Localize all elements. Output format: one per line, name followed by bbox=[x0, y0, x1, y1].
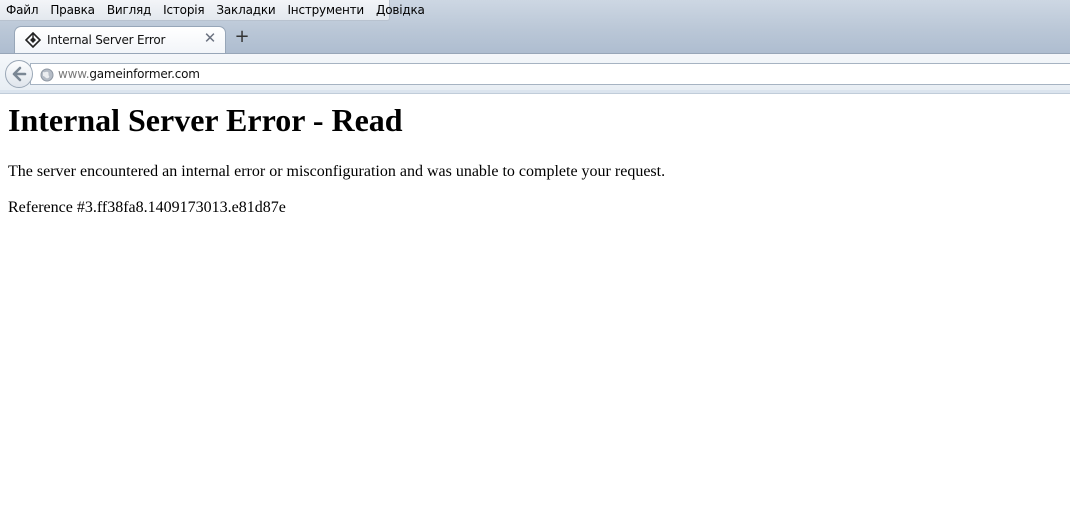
menu-item-file[interactable]: Файл bbox=[0, 3, 44, 17]
menu-item-tools[interactable]: Інструменти bbox=[281, 3, 370, 17]
tab-title: Internal Server Error bbox=[47, 33, 166, 47]
menu-item-view[interactable]: Вигляд bbox=[101, 3, 157, 17]
browser-chrome: Файл Правка Вигляд Історія Закладки Інст… bbox=[0, 0, 1070, 53]
site-favicon-icon bbox=[24, 31, 42, 49]
menu-item-edit[interactable]: Правка bbox=[44, 3, 100, 17]
url-prefix: www. bbox=[58, 67, 90, 81]
menu-item-help[interactable]: Довідка bbox=[370, 3, 431, 17]
navigation-bar: www.gameinformer.com bbox=[0, 53, 1070, 90]
page-content: Internal Server Error - Read The server … bbox=[0, 94, 1070, 516]
reference-text: Reference #3.ff38fa8.1409173013.e81d87e bbox=[8, 199, 286, 216]
error-message: The server encountered an internal error… bbox=[8, 163, 666, 180]
menu-item-bookmarks[interactable]: Закладки bbox=[210, 3, 281, 17]
url-bar[interactable]: www.gameinformer.com bbox=[30, 63, 1070, 85]
menu-item-history[interactable]: Історія bbox=[157, 3, 210, 17]
menu-bar: Файл Правка Вигляд Історія Закладки Інст… bbox=[0, 0, 425, 21]
url-text: www.gameinformer.com bbox=[58, 67, 200, 81]
new-tab-button[interactable]: + bbox=[234, 28, 250, 46]
url-host: gameinformer.com bbox=[89, 67, 200, 81]
tab-strip: Internal Server Error ✕ + bbox=[0, 20, 1070, 53]
back-button[interactable] bbox=[5, 60, 33, 88]
tab-active[interactable]: Internal Server Error ✕ bbox=[14, 26, 226, 53]
page-title: Internal Server Error - Read bbox=[8, 102, 403, 138]
close-tab-icon[interactable]: ✕ bbox=[203, 30, 217, 46]
back-arrow-icon bbox=[12, 66, 27, 82]
globe-icon bbox=[40, 67, 54, 82]
